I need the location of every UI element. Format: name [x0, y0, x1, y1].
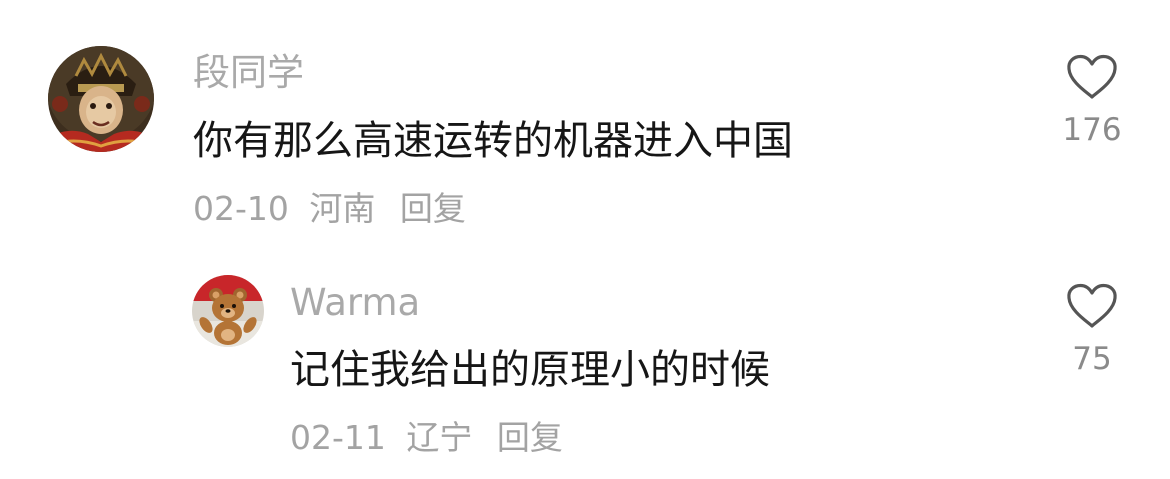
comment-username[interactable]: 段同学	[193, 50, 304, 96]
like-count: 176	[1062, 112, 1122, 148]
comment-location: 河南	[309, 189, 376, 228]
monkey-king-avatar-icon	[48, 46, 154, 152]
comment-date: 02-10	[193, 189, 289, 228]
teddy-bear-avatar-icon	[192, 275, 264, 347]
avatar[interactable]	[192, 275, 264, 347]
comment-meta: 02-10 河南 回复	[193, 188, 466, 230]
heart-icon	[1067, 283, 1117, 328]
comment-meta: 02-11 辽宁 回复	[290, 417, 563, 459]
comment-location: 辽宁	[406, 418, 473, 457]
comment-username[interactable]: Warma	[290, 280, 420, 326]
like-count: 75	[1072, 341, 1112, 377]
avatar[interactable]	[48, 46, 154, 152]
like-button[interactable]: 75	[1052, 283, 1132, 377]
reply-button[interactable]: 回复	[400, 188, 466, 230]
comment-text: 你有那么高速运转的机器进入中国	[193, 118, 793, 164]
comment-date: 02-11	[290, 418, 386, 457]
heart-icon	[1067, 54, 1117, 99]
comment-text: 记住我给出的原理小的时候	[290, 347, 770, 393]
reply-button[interactable]: 回复	[497, 417, 563, 459]
like-button[interactable]: 176	[1052, 54, 1132, 148]
